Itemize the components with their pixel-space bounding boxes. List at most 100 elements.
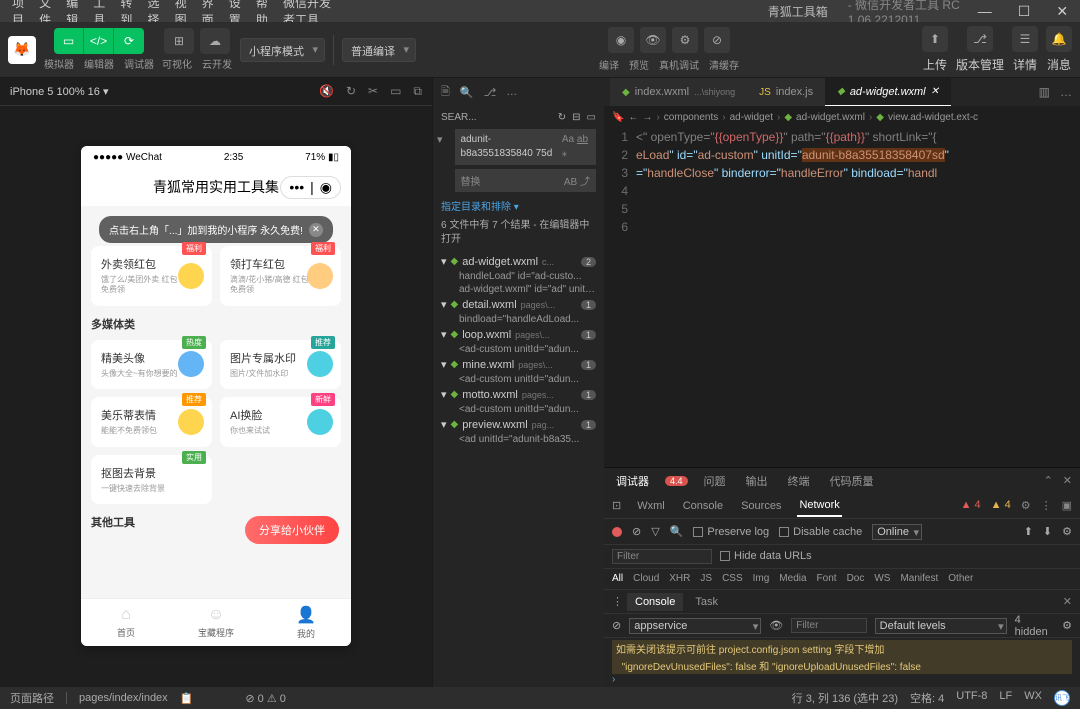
clear-icon[interactable]: ⊟ — [572, 112, 580, 123]
search-match[interactable]: <ad-custom unitId="adun... — [437, 343, 600, 356]
upload-icon[interactable]: ⬆ — [1024, 525, 1033, 538]
branch-icon[interactable]: ⎇ — [484, 86, 497, 99]
net-tab-active[interactable]: Network — [797, 495, 841, 517]
devtools-tab[interactable]: 调试器 — [612, 469, 653, 493]
message-button[interactable]: 🔔 — [1046, 26, 1072, 52]
rotate-icon[interactable]: ↻ — [346, 84, 356, 99]
search-match[interactable]: ad-widget.wxml" id="ad" unitI... — [437, 283, 600, 296]
close-icon[interactable]: ✕ — [1052, 3, 1072, 20]
type-filter[interactable]: Manifest — [900, 573, 938, 584]
devtools-tab[interactable]: 输出 — [742, 469, 772, 493]
type-filter[interactable]: Cloud — [633, 573, 659, 584]
cursor-position[interactable]: 行 3, 列 136 (选中 23) — [792, 690, 898, 706]
forward-icon[interactable]: → — [642, 112, 652, 123]
search-match[interactable]: handleLoad" id="ad-custo... — [437, 270, 600, 283]
clear-icon[interactable]: ⊘ — [632, 525, 641, 538]
throttling-select[interactable]: Online — [872, 524, 922, 540]
visual-button[interactable]: ⊞ — [164, 28, 194, 54]
search-file[interactable]: ▾◆preview.wxml pag...1 — [437, 416, 600, 433]
gear-icon[interactable]: ⚙ — [1062, 525, 1072, 538]
tabbar-treasure[interactable]: ☺宝藏程序 — [171, 599, 261, 646]
mode-select[interactable]: 小程序模式 — [240, 38, 325, 62]
type-filter[interactable]: JS — [700, 573, 712, 584]
search-file[interactable]: ▾◆motto.wxml pages...1 — [437, 386, 600, 403]
context-select[interactable]: appservice — [629, 618, 761, 634]
minimize-icon[interactable]: — — [974, 3, 996, 20]
tool-card[interactable]: 推荐图片专属水印图片/文件加水印 — [220, 340, 341, 389]
checkbox[interactable] — [720, 551, 730, 561]
levels-select[interactable]: Default levels — [875, 618, 1007, 634]
tabbar-home[interactable]: ⌂首页 — [81, 599, 171, 646]
preview-button[interactable]: 👁 — [640, 27, 666, 53]
type-filter[interactable]: XHR — [669, 573, 690, 584]
type-filter[interactable]: Media — [779, 573, 806, 584]
page-path[interactable]: pages/index/index — [79, 692, 168, 704]
net-tab[interactable]: Wxml — [635, 496, 667, 516]
breadcrumb[interactable]: 🔖 ← → › components› ad-widget› ◆ad-widge… — [604, 106, 1080, 128]
search-input[interactable]: adunit-b8a3551835840 75d Aa ab ⁎ — [455, 129, 596, 165]
eol[interactable]: LF — [999, 690, 1012, 706]
refresh-icon[interactable]: ↻ — [558, 112, 566, 123]
hidden-count[interactable]: 4 hidden — [1015, 614, 1054, 638]
replace-input[interactable]: 替换 AB ⤴ — [455, 169, 596, 192]
bookmark-icon[interactable]: 🔖 — [612, 112, 624, 123]
tool-card[interactable]: 福利外卖领红包饿了么/美团外卖 红包 天天免费领 — [91, 246, 212, 306]
error-count[interactable]: ▲ 4 — [961, 499, 981, 512]
capsule-close-icon[interactable]: ◉ — [320, 179, 332, 196]
popout-icon[interactable]: ⧉ — [413, 84, 422, 99]
code-editor[interactable]: 123456 <" openType="{{openType}}" path="… — [604, 128, 1080, 467]
net-tab[interactable]: Console — [681, 496, 725, 516]
filter-icon[interactable]: ▽ — [651, 525, 659, 538]
details-button[interactable]: ☰ — [1012, 26, 1038, 52]
editor-tab[interactable]: JSindex.js — [747, 78, 825, 106]
checkbox[interactable] — [779, 527, 789, 537]
back-icon[interactable]: ← — [628, 112, 638, 123]
search-match[interactable]: bindload="handleAdLoad... — [437, 313, 600, 326]
devtools-tab[interactable]: 终端 — [784, 469, 814, 493]
split-icon[interactable]: ▥ — [1039, 85, 1050, 99]
search-match[interactable]: <ad-custom unitId="adun... — [437, 373, 600, 386]
collapse-icon[interactable]: ▭ — [587, 112, 596, 123]
filter-input[interactable]: Filter — [612, 549, 712, 564]
search-icon[interactable]: 🔍 — [670, 525, 684, 538]
fullscreen-icon[interactable]: ▭ — [390, 84, 401, 99]
project-icon[interactable]: 🦊 — [8, 36, 36, 64]
search-file[interactable]: ▾◆loop.wxml pages\...1 — [437, 326, 600, 343]
search-match[interactable]: <ad unitId="adunit-b8a35... — [437, 433, 600, 446]
record-icon[interactable] — [612, 527, 622, 537]
compile-button[interactable]: ◉ — [608, 27, 634, 53]
type-filter[interactable]: Img — [753, 573, 770, 584]
compile-select[interactable]: 普通编译 — [342, 38, 416, 62]
type-filter[interactable]: All — [612, 573, 623, 584]
page-path-label[interactable]: 页面路径 — [10, 690, 54, 706]
inspect-icon[interactable]: ⊡ — [612, 499, 621, 512]
warning-count[interactable]: ▲ 4 — [991, 499, 1011, 512]
type-filter[interactable]: CSS — [722, 573, 743, 584]
ime-icon[interactable]: 讯飞 — [1054, 690, 1070, 706]
encoding[interactable]: UTF-8 — [956, 690, 987, 706]
tabbar-me[interactable]: 👤我的 — [261, 599, 351, 646]
search-file[interactable]: ▾◆ad-widget.wxml c...2 — [437, 253, 600, 270]
clear-cache-button[interactable]: ⊘ — [704, 27, 730, 53]
search-icon[interactable]: 🔍 — [460, 86, 474, 99]
more-icon[interactable]: ⋮ — [612, 595, 623, 608]
eye-icon[interactable]: 👁 — [769, 619, 783, 632]
chevron-up-icon[interactable]: ⌃ — [1044, 474, 1053, 487]
console-filter[interactable]: Filter — [791, 618, 866, 633]
gear-icon[interactable]: ⚙ — [1021, 499, 1031, 512]
search-file[interactable]: ▾◆detail.wxml pages\...1 — [437, 296, 600, 313]
type-filter[interactable]: Doc — [847, 573, 865, 584]
language[interactable]: WX — [1024, 690, 1042, 706]
toast-close-icon[interactable]: ✕ — [309, 223, 323, 237]
expand-icon[interactable]: ▾ — [433, 129, 447, 196]
close-icon[interactable]: ✕ — [931, 86, 939, 97]
devtools-tab[interactable]: 代码质量 — [826, 469, 878, 493]
version-button[interactable]: ⎇ — [967, 26, 993, 52]
type-filter[interactable]: Font — [817, 573, 837, 584]
popout-icon[interactable]: ▣ — [1062, 499, 1072, 512]
editor-button[interactable]: </> — [84, 28, 114, 54]
tool-card[interactable]: 热度精美头像头像大全~有你想要的 — [91, 340, 212, 389]
more-icon[interactable]: … — [506, 86, 517, 98]
tool-card[interactable]: 推荐美乐蒂表情能能不免费领包 — [91, 397, 212, 446]
more-icon[interactable]: … — [1060, 85, 1072, 99]
